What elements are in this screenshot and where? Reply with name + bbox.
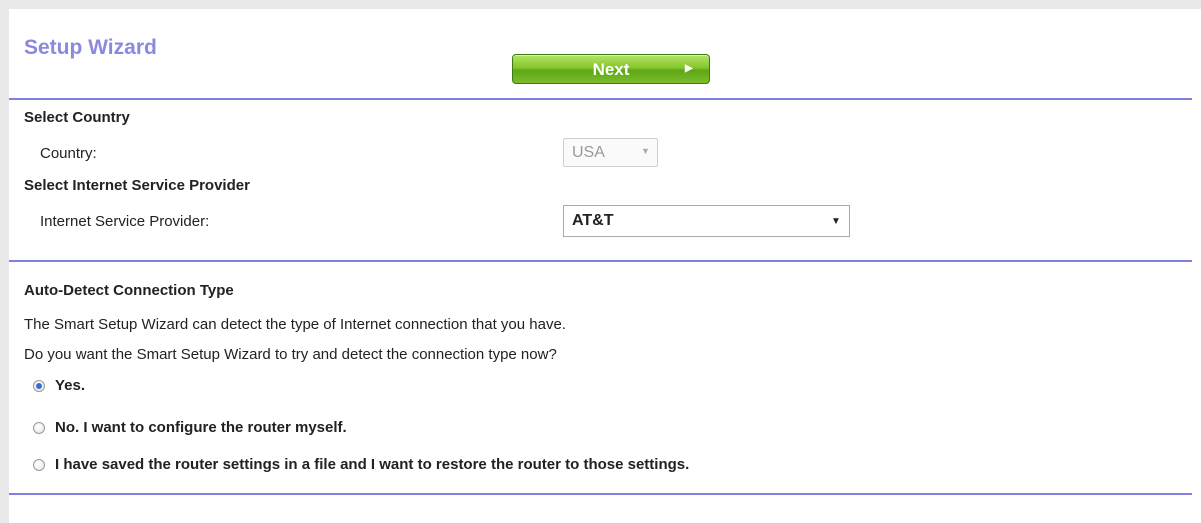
- auto-detect-description: The Smart Setup Wizard can detect the ty…: [24, 316, 566, 333]
- chevron-down-icon: ▼: [831, 216, 841, 227]
- option-yes-label: Yes.: [55, 377, 86, 394]
- radio-yes[interactable]: [33, 380, 45, 392]
- radio-restore-settings[interactable]: [33, 459, 45, 471]
- page-title: Setup Wizard: [24, 36, 157, 59]
- next-button[interactable]: Next ▶: [512, 54, 710, 84]
- option-configure-myself-label: No. I want to configure the router mysel…: [55, 419, 347, 436]
- arrow-right-icon: ▶: [685, 63, 693, 74]
- country-select-value: USA: [572, 144, 605, 161]
- radio-configure-myself[interactable]: [33, 422, 45, 434]
- chevron-down-icon: ▼: [641, 146, 650, 156]
- divider-top: [9, 98, 1192, 100]
- country-label: Country:: [40, 145, 97, 162]
- isp-label: Internet Service Provider:: [40, 213, 210, 230]
- next-button-label: Next: [592, 60, 630, 79]
- select-country-heading: Select Country: [24, 109, 130, 126]
- option-restore-settings-label: I have saved the router settings in a fi…: [55, 456, 690, 473]
- country-select: USA ▼: [563, 138, 658, 167]
- isp-select[interactable]: AT&T ▼: [563, 205, 850, 237]
- divider-middle: [9, 260, 1192, 262]
- setup-wizard-panel: [9, 9, 1201, 523]
- isp-select-value: AT&T: [572, 212, 614, 229]
- select-isp-heading: Select Internet Service Provider: [24, 177, 250, 194]
- auto-detect-heading: Auto-Detect Connection Type: [24, 282, 234, 299]
- divider-bottom: [9, 493, 1192, 495]
- auto-detect-question: Do you want the Smart Setup Wizard to tr…: [24, 346, 557, 363]
